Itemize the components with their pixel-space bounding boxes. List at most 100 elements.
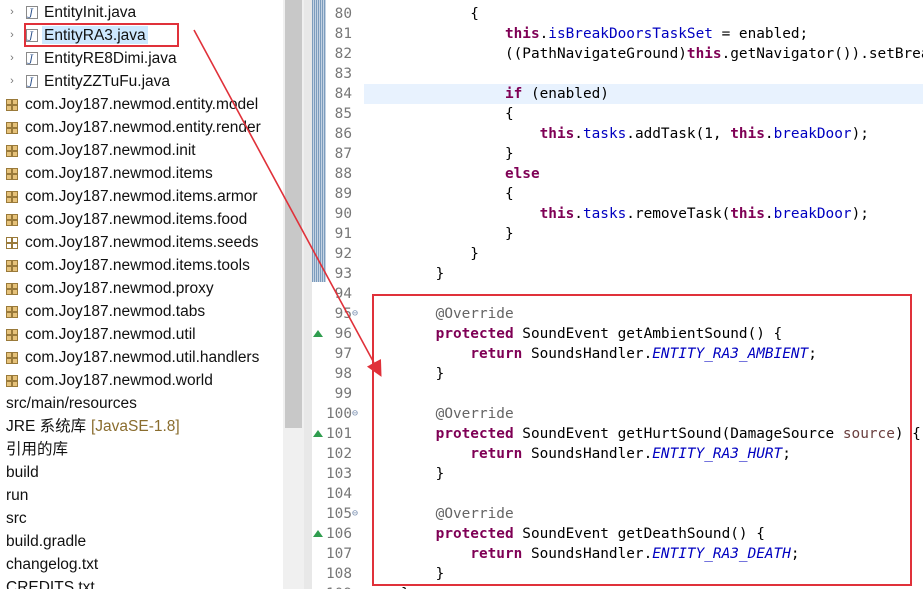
code-token: { [401, 106, 514, 122]
fold-toggle-icon[interactable]: ⊖ [352, 404, 362, 424]
package-icon [6, 168, 18, 181]
line-number: 86 [334, 126, 352, 142]
code-line[interactable]: 85 { [312, 104, 923, 124]
expand-arrow-icon[interactable]: › [7, 24, 17, 47]
code-token: = enabled; [712, 26, 809, 42]
tree-item-label: com.Joy187.newmod.items.food [25, 211, 248, 228]
code-line[interactable]: 82 ((PathNavigateGround)this.getNavigato… [312, 44, 923, 64]
tree-item-label: com.Joy187.newmod.util.handlers [25, 349, 260, 366]
line-number: 87 [334, 146, 352, 162]
code-line[interactable]: 86 this.tasks.addTask(1, this.breakDoor)… [312, 124, 923, 144]
code-token: this [730, 126, 765, 142]
tree-item-label: changelog.txt [6, 556, 99, 573]
code-token: .addTask(1, [626, 126, 731, 142]
explorer-scrollbar[interactable] [283, 0, 304, 589]
tree-item-label: src [6, 510, 27, 527]
line-number: 90 [334, 206, 352, 222]
code-text: ((PathNavigateGround)this.getNavigator()… [401, 44, 923, 64]
expand-arrow-icon[interactable]: › [7, 47, 17, 70]
code-token: this [686, 46, 722, 62]
line-number: 97 [334, 346, 352, 362]
code-text: this.tasks.addTask(1, this.breakDoor); [401, 124, 869, 144]
code-line[interactable]: 84 if (enabled) [312, 84, 923, 104]
code-token: .removeTask( [626, 206, 731, 222]
line-number: 83 [334, 66, 352, 82]
code-token: this [539, 206, 575, 222]
code-line[interactable]: 83 [312, 64, 923, 84]
tree-item-label: EntityZZTuFu.java [44, 73, 171, 90]
code-token: { [401, 186, 514, 202]
tree-item-label: com.Joy187.newmod.items [25, 165, 213, 182]
line-number: 95 [334, 306, 352, 322]
code-text: } [401, 224, 514, 244]
package-explorer: ›EntityInit.java›EntityRA3.java›EntityRE… [0, 0, 283, 589]
tree-item-label: com.Joy187.newmod.tabs [25, 303, 206, 320]
line-number: 102 [326, 446, 352, 462]
code-token: else [504, 166, 540, 182]
code-token: isBreakDoorsTaskSet [548, 26, 713, 42]
line-number: 82 [334, 46, 352, 62]
package-icon [6, 99, 18, 112]
code-line[interactable]: 81 this.isBreakDoorsTaskSet = enabled; [312, 24, 923, 44]
code-token: tasks [582, 126, 627, 142]
code-line[interactable]: 92 } [312, 244, 923, 264]
line-number: 108 [326, 566, 352, 582]
code-line[interactable]: 87 } [312, 144, 923, 164]
line-number: 109 [312, 584, 352, 589]
code-token: } [401, 146, 514, 162]
package-icon [6, 306, 18, 319]
line-number: 107 [326, 546, 352, 562]
code-text: } [401, 244, 479, 264]
expand-arrow-icon[interactable]: › [7, 1, 17, 24]
line-number: 98 [334, 366, 352, 382]
package-icon [6, 260, 18, 273]
tree-item-label: src/main/resources [6, 395, 137, 412]
code-text: this.isBreakDoorsTaskSet = enabled; [401, 24, 808, 44]
code-line[interactable]: 91 } [312, 224, 923, 244]
tree-item-label: com.Joy187.newmod.items.tools [25, 257, 250, 274]
code-token: (enabled) [522, 86, 609, 102]
package-icon [6, 375, 18, 388]
code-token: breakDoor [773, 126, 852, 142]
tree-item-label: com.Joy187.newmod.items.seeds [25, 234, 259, 251]
package-icon [6, 283, 18, 296]
tree-item-label: 引用的库 [6, 441, 69, 458]
code-line[interactable]: 89 { [312, 184, 923, 204]
code-token: .getNavigator()).setBreakDoors(enabled); [721, 46, 923, 62]
fold-toggle-icon[interactable]: ⊖ [352, 304, 362, 324]
code-token: { [401, 6, 479, 22]
code-token: this [504, 26, 540, 42]
line-number: 99 [334, 386, 352, 402]
code-line[interactable]: 90 this.tasks.removeTask(this.breakDoor)… [312, 204, 923, 224]
code-token: ); [851, 126, 869, 142]
code-token: if [504, 86, 523, 102]
explorer-scrollbar-thumb[interactable] [285, 0, 302, 428]
code-line[interactable]: 80 { [312, 4, 923, 24]
code-line[interactable]: 93 } [312, 264, 923, 284]
code-token: ((PathNavigateGround) [401, 46, 687, 62]
tree-item-label: build.gradle [6, 533, 87, 550]
code-token: this [730, 206, 765, 222]
pane-divider[interactable] [304, 0, 312, 589]
java-file-icon [26, 48, 38, 71]
fold-toggle-icon[interactable]: ⊖ [352, 504, 362, 524]
expand-arrow-icon[interactable]: › [7, 70, 17, 93]
code-token: } [401, 266, 445, 282]
code-token: tasks [582, 206, 627, 222]
tree-item-label: JRE 系统库 [6, 418, 87, 435]
line-number: 85 [334, 106, 352, 122]
line-number: 104 [326, 486, 352, 502]
line-number: 80 [334, 6, 352, 22]
code-text: { [401, 184, 514, 204]
package-icon [6, 122, 18, 135]
tree-item-label: com.Joy187.newmod.entity.render [25, 119, 261, 136]
tree-item-label: com.Joy187.newmod.proxy [25, 280, 214, 297]
tree-item-label: EntityRE8Dimi.java [44, 50, 177, 67]
line-number: 89 [334, 186, 352, 202]
annotation-box-code [372, 294, 912, 586]
code-token: . [574, 126, 583, 142]
code-text: if (enabled) [401, 84, 609, 104]
code-token: this [539, 126, 575, 142]
code-line[interactable]: 88 else [312, 164, 923, 184]
